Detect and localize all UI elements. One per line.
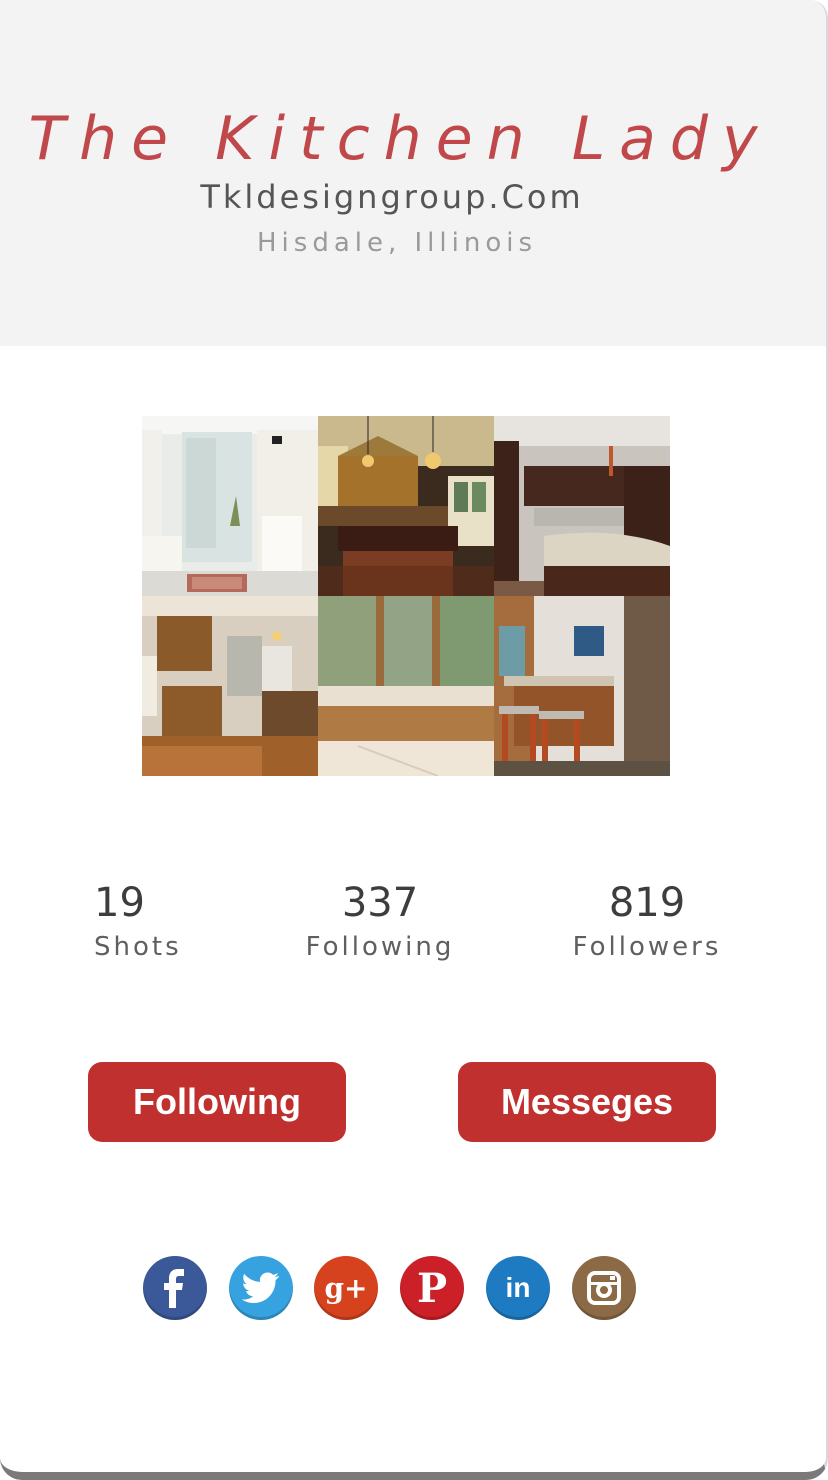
instagram-icon[interactable] [572, 1256, 636, 1320]
oak-kitchen-photo [142, 596, 318, 776]
gallery-photo-2[interactable] [318, 416, 494, 596]
following-count: 337 [341, 880, 419, 926]
gallery-photo-5[interactable] [318, 596, 494, 776]
stat-following[interactable]: 337 Following [304, 880, 456, 962]
stat-followers[interactable]: 819 Followers [572, 880, 722, 962]
location-text: Hisdale, Illinois [257, 228, 537, 258]
following-label: Following [305, 932, 455, 962]
shots-count: 19 [94, 880, 145, 926]
dark-kitchen-photo [494, 416, 670, 596]
followers-label: Followers [572, 932, 722, 962]
twitter-icon[interactable] [229, 1256, 293, 1320]
bar-stools-photo [494, 596, 670, 776]
messages-button[interactable]: Messeges [458, 1062, 716, 1142]
photo-gallery [142, 416, 670, 776]
linkedin-icon[interactable]: in [486, 1256, 550, 1320]
stat-shots[interactable]: 19 Shots [94, 880, 182, 962]
profile-header: The Kitchen Lady Tkldesigngroup.Com Hisd… [0, 0, 826, 346]
bathroom-photo [142, 416, 318, 596]
window-seat-photo [318, 596, 494, 776]
pinterest-icon[interactable]: P [400, 1256, 464, 1320]
facebook-icon[interactable] [143, 1256, 207, 1320]
profile-card: The Kitchen Lady Tkldesigngroup.Com Hisd… [0, 0, 828, 1480]
website-link[interactable]: Tkldesigngroup.Com [0, 178, 784, 216]
followers-count: 819 [608, 880, 686, 926]
gallery-photo-4[interactable] [142, 596, 318, 776]
kitchen-pendant-photo [318, 416, 494, 596]
brand-name: The Kitchen Lady [28, 104, 772, 174]
shots-label: Shots [94, 932, 182, 962]
gallery-photo-1[interactable] [142, 416, 318, 596]
google-plus-icon[interactable]: g+ [314, 1256, 378, 1320]
following-button[interactable]: Following [88, 1062, 346, 1142]
gallery-photo-6[interactable] [494, 596, 670, 776]
gallery-photo-3[interactable] [494, 416, 670, 596]
